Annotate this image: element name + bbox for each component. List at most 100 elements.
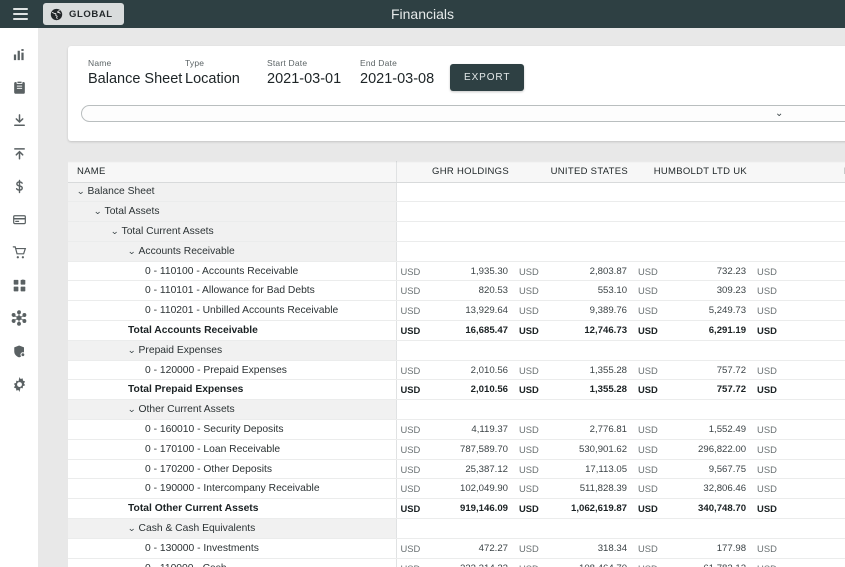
currency-cell [753, 400, 784, 420]
table-row[interactable]: ⌄Total Current Assets [68, 222, 845, 242]
value-cell: – [784, 538, 845, 558]
column-header-united-states[interactable]: UNITED STATES [515, 161, 634, 182]
currency-cell: USD [396, 558, 427, 567]
sidebar-item-financials[interactable] [7, 174, 31, 198]
table-row[interactable]: 0 - 160010 - Security DepositsUSD4,119.3… [68, 420, 845, 440]
currency-cell: USD [396, 439, 427, 459]
filter-start-date[interactable]: Start Date 2021-03-01 [267, 58, 360, 87]
row-name-cell: 0 - 110201 - Unbilled Accounts Receivabl… [68, 301, 396, 321]
value-cell: 787,589.70 [427, 439, 515, 459]
currency-cell: USD [753, 538, 784, 558]
value-cell: – [784, 459, 845, 479]
table-row[interactable]: 0 - 110100 - Accounts ReceivableUSD1,935… [68, 261, 845, 281]
hamburger-icon[interactable] [6, 0, 34, 28]
currency-cell: USD [515, 301, 546, 321]
filter-type-value: Location [185, 71, 267, 87]
value-cell: 2,776.81 [546, 420, 634, 440]
currency-cell: USD [634, 420, 665, 440]
chevron-down-icon[interactable]: ⌄ [93, 206, 102, 217]
shield-icon [12, 344, 27, 359]
sidebar-item-orders[interactable] [7, 240, 31, 264]
global-scope-button[interactable]: GLOBAL [43, 3, 124, 25]
table-row[interactable]: 0 - 130000 - InvestmentsUSD472.27USD318.… [68, 538, 845, 558]
financials-page: GLOBAL Financials [0, 0, 845, 567]
sidebar-item-settings[interactable] [7, 372, 31, 396]
row-label: 0 - 110100 - Accounts Receivable [145, 266, 298, 277]
chevron-down-icon[interactable]: ⌄ [110, 226, 119, 237]
column-header-ghr-holdings[interactable]: GHR HOLDINGS [396, 161, 515, 182]
row-name-cell: 0 - 170200 - Other Deposits [68, 459, 396, 479]
row-label: Total Other Current Assets [128, 503, 258, 514]
filter-name[interactable]: Name Balance Sheet [88, 58, 185, 87]
sidebar-item-network[interactable] [7, 306, 31, 330]
currency-cell: USD [634, 360, 665, 380]
table-row[interactable]: 0 - 170200 - Other DepositsUSD25,387.12U… [68, 459, 845, 479]
chevron-down-icon[interactable]: ⌄ [127, 345, 136, 356]
value-cell: 530,901.62 [546, 439, 634, 459]
value-cell: – [784, 499, 845, 519]
sidebar-item-reports[interactable] [7, 75, 31, 99]
chevron-down-icon[interactable]: ⌄ [127, 246, 136, 257]
currency-cell: USD [753, 499, 784, 519]
table-row[interactable]: 0 - 110201 - Unbilled Accounts Receivabl… [68, 301, 845, 321]
table-row[interactable]: 0 - 190000 - Intercompany ReceivableUSD1… [68, 479, 845, 499]
currency-cell: USD [753, 459, 784, 479]
filter-type[interactable]: Type Location [185, 58, 267, 87]
row-label: 0 - 110101 - Allowance for Bad Debts [145, 285, 315, 296]
sidebar-item-export[interactable] [7, 141, 31, 165]
row-name-cell: Total Accounts Receivable [68, 321, 396, 341]
row-name-cell: ⌄Cash & Cash Equivalents [68, 519, 396, 539]
column-header-kenya[interactable]: KENYA [753, 161, 845, 182]
currency-cell: USD [515, 459, 546, 479]
currency-cell: USD [515, 558, 546, 567]
financials-table: NAME GHR HOLDINGS UNITED STATES HUMBOLDT… [68, 161, 845, 567]
sidebar-item-payments[interactable] [7, 207, 31, 231]
currency-cell [396, 519, 427, 539]
table-row[interactable]: Total Other Current AssetsUSD919,146.09U… [68, 499, 845, 519]
sidebar-item-security[interactable] [7, 339, 31, 363]
table-row[interactable]: Total Prepaid ExpensesUSD2,010.56USD1,35… [68, 380, 845, 400]
row-name-cell: 0 - 120000 - Prepaid Expenses [68, 360, 396, 380]
table-row[interactable]: ⌄Other Current Assets [68, 400, 845, 420]
value-cell: – [784, 281, 845, 301]
column-header-humboldt-ltd-uk[interactable]: HUMBOLDT LTD UK [634, 161, 753, 182]
currency-cell: USD [634, 321, 665, 341]
currency-cell [634, 519, 665, 539]
table-row[interactable]: 0 - 110101 - Allowance for Bad DebtsUSD8… [68, 281, 845, 301]
currency-cell [515, 182, 546, 202]
value-cell: 1,552.49 [665, 420, 753, 440]
currency-cell: USD [396, 499, 427, 519]
export-button[interactable]: EXPORT [450, 64, 524, 91]
value-cell: 5,249.73 [665, 301, 753, 321]
value-cell: 233,214.22 [427, 558, 515, 567]
filter-card: Name Balance Sheet Type Location Start D… [68, 46, 845, 141]
value-cell: 511,828.39 [546, 479, 634, 499]
row-name-cell: Total Prepaid Expenses [68, 380, 396, 400]
chevron-down-icon[interactable]: ⌄ [76, 186, 85, 197]
value-cell [665, 400, 753, 420]
sidebar-item-analytics[interactable] [7, 42, 31, 66]
table-row[interactable]: 0 - 170100 - Loan ReceivableUSD787,589.7… [68, 439, 845, 459]
table-row[interactable]: ⌄Balance Sheet [68, 182, 845, 202]
table-row[interactable]: ⌄Accounts Receivable [68, 241, 845, 261]
table-row[interactable]: 0 - 120000 - Prepaid ExpensesUSD2,010.56… [68, 360, 845, 380]
chevron-down-icon[interactable]: ⌄ [127, 404, 136, 415]
table-header: NAME GHR HOLDINGS UNITED STATES HUMBOLDT… [68, 161, 845, 182]
filter-end-date[interactable]: End Date 2021-03-08 [360, 58, 450, 87]
table-row[interactable]: ⌄Cash & Cash Equivalents [68, 519, 845, 539]
table-row[interactable]: ⌄Total Assets [68, 202, 845, 222]
value-cell [784, 222, 845, 242]
value-cell: 318.34 [546, 538, 634, 558]
filter-name-label: Name [88, 58, 185, 68]
currency-cell: USD [753, 281, 784, 301]
sidebar-item-apps[interactable] [7, 273, 31, 297]
table-row[interactable]: Total Accounts ReceivableUSD16,685.47USD… [68, 321, 845, 341]
chevron-down-icon[interactable]: ⌄ [127, 523, 136, 534]
table-row[interactable]: ⌄Prepaid Expenses [68, 340, 845, 360]
filter-dropdown[interactable]: ⌄ [81, 105, 845, 122]
value-cell [784, 400, 845, 420]
sidebar-item-import[interactable] [7, 108, 31, 132]
column-header-name[interactable]: NAME [68, 161, 396, 182]
value-cell [665, 340, 753, 360]
table-row[interactable]: 0 - 110000 - CashUSD233,214.22USD108,464… [68, 558, 845, 567]
